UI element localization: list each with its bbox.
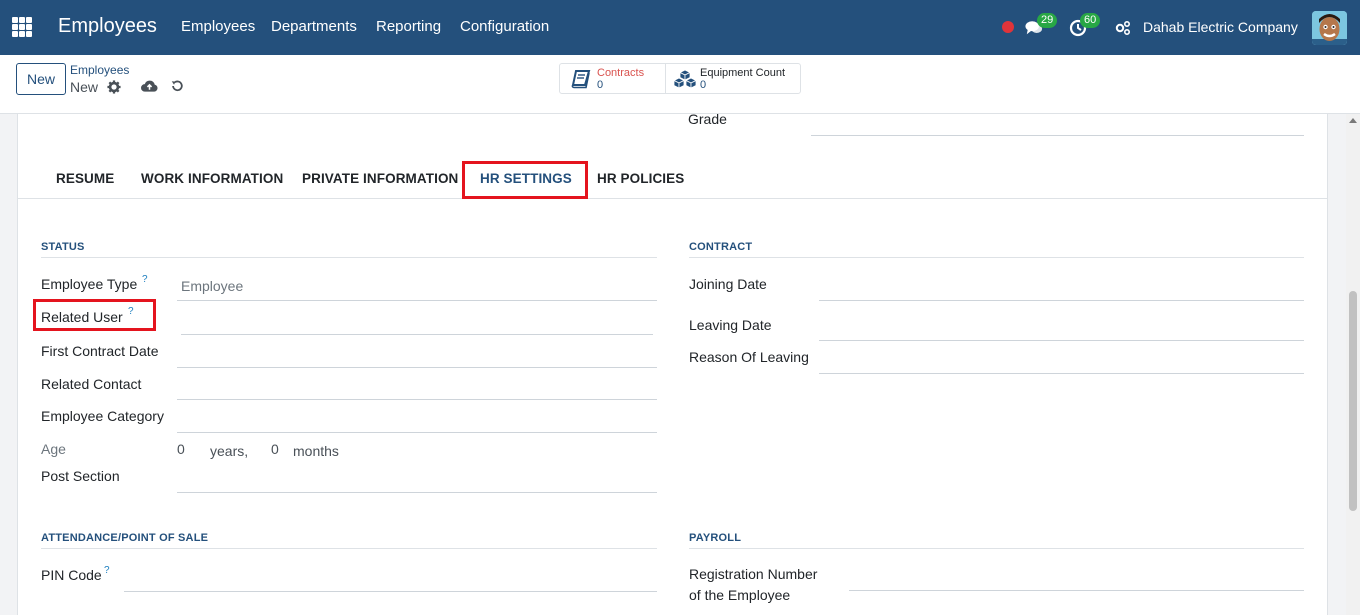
age-years-unit: years,	[210, 443, 249, 459]
employee-category-label: Employee Category	[41, 408, 164, 424]
contracts-smart-button[interactable]: Contracts 0	[560, 64, 665, 93]
joining-date-field[interactable]	[819, 300, 1304, 301]
grade-label: Grade	[688, 111, 727, 127]
tab-resume[interactable]: RESUME	[56, 171, 114, 186]
age-years-value: 0	[177, 441, 185, 457]
cloud-upload-icon[interactable]	[141, 79, 158, 93]
company-name[interactable]: Dahab Electric Company	[1143, 19, 1298, 35]
employee-type-help-icon[interactable]: ?	[142, 274, 148, 285]
status-dot-icon[interactable]	[1002, 21, 1014, 33]
attendance-section-divider	[41, 548, 657, 549]
menu-reporting[interactable]: Reporting	[376, 18, 441, 35]
age-months-value: 0	[271, 441, 279, 457]
joining-date-label: Joining Date	[689, 276, 767, 292]
payroll-section-divider	[689, 548, 1304, 549]
age-label: Age	[41, 441, 66, 457]
reason-of-leaving-label: Reason Of Leaving	[689, 349, 809, 365]
registration-number-label: Registration Number	[689, 566, 818, 582]
pin-code-help-icon[interactable]: ?	[104, 565, 110, 576]
breadcrumb-employees-link[interactable]: Employees	[70, 63, 129, 77]
registration-number-label-line2: of the Employee	[689, 587, 791, 603]
discard-undo-icon[interactable]	[170, 79, 184, 93]
menu-configuration[interactable]: Configuration	[460, 18, 549, 35]
registration-number-field[interactable]	[849, 590, 1304, 591]
leaving-date-field[interactable]	[819, 340, 1304, 341]
leaving-date-label: Leaving Date	[689, 317, 772, 333]
control-panel: New Employees New Contracts 0 Equipment …	[0, 55, 1360, 114]
equipment-count-label: Equipment Count	[700, 67, 785, 79]
first-contract-date-label: First Contract Date	[41, 343, 159, 359]
equipment-count-value: 0	[700, 79, 707, 91]
contract-section-divider	[689, 257, 1304, 258]
attendance-section-title: ATTENDANCE/POINT OF SALE	[41, 532, 209, 544]
breadcrumb-current: New	[70, 79, 99, 95]
pin-code-label: PIN Code	[41, 567, 102, 583]
post-section-label: Post Section	[41, 468, 120, 484]
new-button[interactable]: New	[16, 63, 66, 95]
book-icon	[571, 70, 591, 89]
app-brand[interactable]: Employees	[58, 15, 157, 38]
apps-menu-icon[interactable]	[12, 17, 32, 37]
menu-departments[interactable]: Departments	[271, 18, 357, 35]
contracts-count: 0	[597, 79, 604, 91]
contracts-label: Contracts	[597, 67, 645, 79]
related-user-field[interactable]	[181, 334, 653, 335]
related-contact-label: Related Contact	[41, 376, 142, 392]
equipment-count-smart-button[interactable]: Equipment Count 0	[666, 64, 800, 93]
tab-private-information[interactable]: PRIVATE INFORMATION	[302, 171, 458, 186]
payroll-section-title: PAYROLL	[689, 532, 742, 544]
related-user-highlight	[33, 299, 156, 331]
employee-type-label: Employee Type	[41, 276, 138, 292]
pin-code-field[interactable]	[124, 591, 657, 592]
first-contract-date-field[interactable]	[177, 367, 657, 368]
tab-hr-policies[interactable]: HR POLICIES	[597, 171, 684, 186]
scroll-up-arrow-icon[interactable]	[1349, 118, 1357, 123]
tabs-underline	[18, 198, 1328, 199]
company-switch-icon[interactable]	[1115, 20, 1131, 36]
employee-category-field[interactable]	[177, 432, 657, 433]
tab-work-information[interactable]: WORK INFORMATION	[141, 171, 283, 186]
smart-buttons-group: Contracts 0 Equipment Count 0	[559, 63, 801, 94]
contract-section-title: CONTRACT	[689, 241, 753, 253]
post-section-field[interactable]	[177, 492, 657, 493]
reason-of-leaving-field[interactable]	[819, 373, 1304, 374]
age-months-unit: months	[293, 443, 339, 459]
scrollbar-thumb[interactable]	[1349, 291, 1357, 511]
form-sheet	[17, 114, 1328, 615]
employee-type-select[interactable]: Employee	[181, 278, 243, 294]
employee-type-field-line	[177, 300, 657, 301]
messages-badge: 29	[1037, 13, 1058, 28]
activities-badge: 60	[1080, 13, 1101, 28]
hr-settings-highlight	[462, 161, 588, 199]
related-contact-field[interactable]	[177, 399, 657, 400]
gear-icon[interactable]	[107, 80, 121, 94]
grade-field[interactable]	[811, 135, 1304, 136]
status-section-divider	[41, 257, 657, 258]
user-avatar[interactable]	[1312, 11, 1347, 45]
cubes-icon	[673, 69, 697, 89]
menu-employees[interactable]: Employees	[181, 18, 255, 35]
top-navbar: Employees Employees Departments Reportin…	[0, 0, 1360, 55]
status-section-title: STATUS	[41, 241, 85, 253]
